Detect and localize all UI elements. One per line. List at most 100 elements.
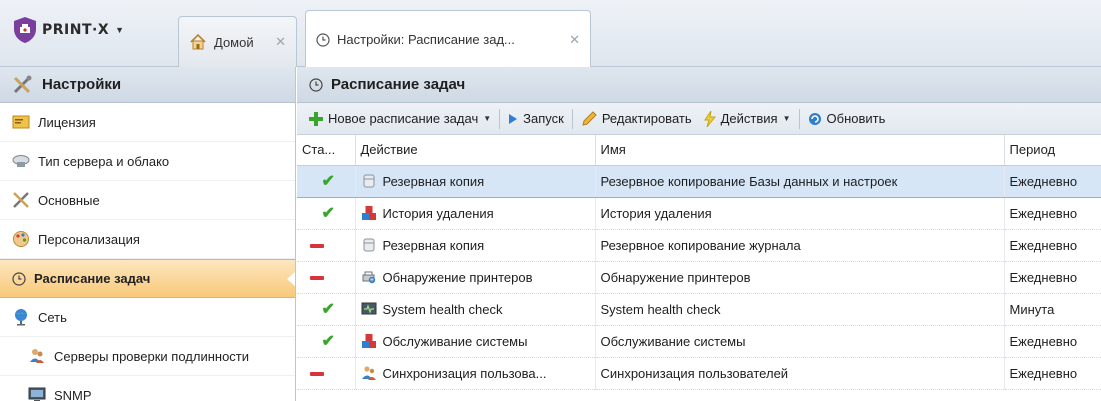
sidebar-header: Настройки [0,67,295,103]
table-row[interactable]: Синхронизация пользова... Синхронизация … [297,357,1101,390]
close-icon[interactable]: ✕ [275,34,286,50]
sidebar-item-general[interactable]: Основные [0,181,295,220]
action-cell: Синхронизация пользова... [355,357,596,390]
action-cell: Резервная копия [355,229,596,262]
check-icon: ✔ [321,301,335,318]
sidebar-item-label: Персонализация [38,231,140,247]
actions-button[interactable]: Действия ▼ [698,105,797,133]
period-cell: Минута [1004,293,1101,326]
run-button[interactable]: Запуск [502,105,570,133]
status-cell [297,357,356,390]
sidebar-item-auth-servers[interactable]: Серверы проверки подлинности [0,337,295,376]
period-cell: Ежедневно [1004,197,1101,230]
close-icon[interactable]: ✕ [569,32,580,48]
clock-icon [309,77,323,92]
database-icon [363,174,374,188]
sidebar-item-network[interactable]: Сеть [0,298,295,337]
check-icon: ✔ [321,205,335,222]
license-icon [12,115,30,129]
settings-sidebar: Настройки Лицензия Тип сервера и облако … [0,67,296,401]
period-cell: Ежедневно [1004,325,1101,358]
status-cell: ✔ [297,164,356,198]
table-row[interactable]: ✔ Резервная копия Резервное копирование … [297,164,1101,198]
health-monitor-icon [361,302,376,315]
column-header-status[interactable]: Ста... [297,135,356,166]
table-row[interactable]: ✔ Обслуживание системы Обслуживание сист… [297,325,1101,358]
name-cell: Резервное копирование журнала [595,229,1005,262]
check-icon: ✔ [321,173,335,190]
tab-settings-schedule[interactable]: Настройки: Расписание зад... ✕ [305,10,591,68]
edit-button[interactable]: Редактировать [575,105,698,133]
run-label: Запуск [523,111,564,126]
action-cell: Обнаружение принтеров [355,261,596,294]
task-table: Ста... Действие Имя Период ✔ Резервная к… [297,135,1101,390]
action-label: System health check [382,301,503,317]
action-label: История удаления [382,205,494,221]
disabled-icon [310,276,324,281]
sidebar-item-label: Расписание задач [34,271,151,286]
period-cell: Ежедневно [1004,261,1101,294]
sidebar-title: Настройки [42,76,122,93]
name-cell: Обслуживание системы [595,325,1005,358]
clock-icon [12,271,26,286]
refresh-button[interactable]: Обновить [802,105,892,133]
sidebar-item-task-schedule[interactable]: Расписание задач [0,259,295,298]
period-cell: Ежедневно [1004,164,1101,198]
name-cell: История удаления [595,197,1005,230]
tools-icon [13,75,32,93]
table-row[interactable]: Резервная копия Резервное копирование жу… [297,229,1101,262]
tab-home[interactable]: Домой ✕ [178,16,297,67]
blocks-icon [361,206,376,220]
status-cell: ✔ [297,293,356,326]
database-icon [363,238,374,252]
task-schedule-panel: Расписание задач Новое расписание задач … [297,67,1101,401]
refresh-icon [808,112,821,125]
period-cell: Ежедневно [1004,229,1101,262]
pencil-icon [582,110,597,126]
lightning-icon [703,110,716,127]
action-cell: System health check [355,293,596,326]
users-icon [30,349,44,363]
name-cell: System health check [595,293,1005,326]
sidebar-item-license[interactable]: Лицензия [0,103,295,142]
action-label: Резервная копия [382,173,485,189]
check-icon: ✔ [321,333,335,350]
cloud-server-icon [12,155,30,167]
top-bar: PRINT·X ▼ Домой ✕ Настройки: Расписание … [0,0,1101,68]
tab-settings-label: Настройки: Расписание зад... [337,32,515,47]
table-row[interactable]: Обнаружение принтеров Обнаружение принте… [297,261,1101,294]
table-row[interactable]: ✔ История удаления История удаления Ежед… [297,197,1101,230]
shield-logo-icon [14,17,36,43]
action-label: Обнаружение принтеров [382,269,533,285]
column-header-name[interactable]: Имя [595,135,1005,166]
tools-icon [13,192,29,208]
sidebar-item-snmp[interactable]: SNMP [0,376,295,401]
app-logo-text: PRINT·X [42,22,110,38]
chevron-down-icon: ▼ [115,25,125,35]
action-label: Резервная копия [382,237,485,253]
sidebar-item-personalization[interactable]: Персонализация [0,220,295,259]
panel-header: Расписание задач [297,67,1101,103]
refresh-label: Обновить [826,111,886,126]
edit-label: Редактировать [601,111,692,126]
page-title: Расписание задач [331,76,466,93]
column-header-action[interactable]: Действие [355,135,596,166]
clock-icon [316,32,330,47]
monitor-icon [28,387,46,401]
globe-icon [15,309,27,326]
table-header-row: Ста... Действие Имя Период [297,135,1101,166]
toolbar-divider [571,108,573,129]
tab-home-label: Домой [214,34,254,50]
users-icon [361,366,376,380]
name-cell: Обнаружение принтеров [595,261,1005,294]
action-cell: Резервная копия [355,164,596,198]
sidebar-item-server-type[interactable]: Тип сервера и облако [0,142,295,181]
palette-icon [13,231,29,247]
sidebar-item-label: Лицензия [38,114,96,130]
new-schedule-button[interactable]: Новое расписание задач ▼ [303,105,497,133]
toolbar-divider [499,108,501,129]
table-row[interactable]: ✔ System health check System health chec… [297,293,1101,326]
column-header-period[interactable]: Период [1004,135,1101,166]
app-menu-button[interactable]: PRINT·X ▼ [12,12,124,48]
name-cell: Синхронизация пользователей [595,357,1005,390]
